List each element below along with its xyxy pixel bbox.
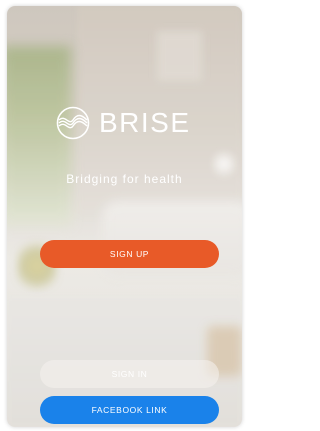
- brise-logo-icon: [56, 106, 90, 140]
- sign-in-button[interactable]: SIGN IN: [40, 360, 219, 388]
- welcome-screen: BRISE Bridging for health SIGN UP SIGN I…: [7, 6, 242, 427]
- tagline: Bridging for health: [66, 172, 183, 186]
- brand-name: BRISE: [99, 107, 191, 138]
- facebook-link-button[interactable]: FACEBOOK LINK: [40, 396, 219, 424]
- brand-logo: BRISE: [55, 106, 191, 140]
- sign-up-button[interactable]: SIGN UP: [40, 240, 219, 268]
